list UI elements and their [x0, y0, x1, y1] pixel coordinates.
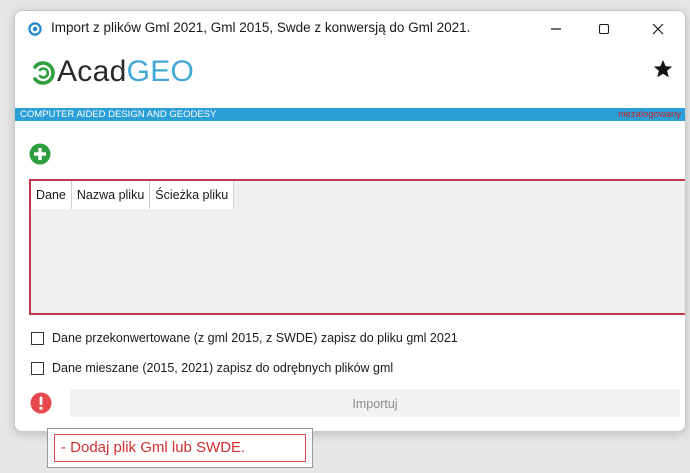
login-status[interactable]: niezalogowany [618, 108, 681, 121]
logo-geo: GEO [126, 55, 195, 88]
column-header-sciezka-pliku[interactable]: Ścieżka pliku [150, 181, 235, 209]
logo: AcadGEO [57, 52, 194, 92]
acadgeo-logo-mark [33, 61, 55, 85]
import-button[interactable]: Importuj [70, 389, 680, 417]
column-header-nazwa-pliku[interactable]: Nazwa pliku [72, 181, 151, 209]
mixed-checkbox[interactable] [31, 361, 44, 375]
close-icon [652, 23, 664, 35]
convert-checkbox[interactable] [31, 331, 44, 345]
files-grid[interactable]: Dane Nazwa pliku Ścieżka pliku [29, 179, 685, 315]
banner-tagline: COMPUTER AIDED DESIGN AND GEODESY [20, 109, 217, 120]
option-convert-row[interactable]: Dane przekonwertowane (z gml 2015, z SWD… [31, 329, 458, 347]
company-banner: COMPUTER AIDED DESIGN AND GEODESY niezal… [15, 108, 685, 121]
window-title: Import z plików Gml 2021, Gml 2015, Swde… [51, 20, 471, 35]
header-logo-row: AcadGEO [15, 47, 685, 105]
grid-empty-area [31, 209, 685, 313]
mixed-label[interactable]: Dane mieszane (2015, 2021) zapisz do odr… [52, 361, 393, 375]
option-mixed-row[interactable]: Dane mieszane (2015, 2021) zapisz do odr… [31, 359, 393, 377]
import-window: Import z plików Gml 2021, Gml 2015, Swde… [14, 10, 686, 432]
maximize-icon [598, 23, 610, 35]
exclamation-circle-icon[interactable] [30, 392, 52, 414]
minimize-button[interactable] [533, 11, 579, 47]
maximize-button[interactable] [581, 11, 627, 47]
app-icon [28, 22, 42, 36]
grid-header: Dane Nazwa pliku Ścieżka pliku [31, 181, 235, 210]
tooltip-message: - Dodaj plik Gml lub SWDE. [54, 434, 306, 462]
add-file-button[interactable] [29, 143, 51, 165]
star-icon[interactable] [653, 59, 673, 79]
minimize-icon [551, 28, 561, 30]
convert-label[interactable]: Dane przekonwertowane (z gml 2015, z SWD… [52, 331, 458, 345]
error-tooltip: - Dodaj plik Gml lub SWDE. [47, 428, 313, 468]
logo-acad: Acad [57, 55, 127, 88]
column-header-dane[interactable]: Dane [31, 181, 72, 209]
title-bar[interactable]: Import z plików Gml 2021, Gml 2015, Swde… [15, 11, 685, 47]
close-button[interactable] [635, 11, 681, 47]
